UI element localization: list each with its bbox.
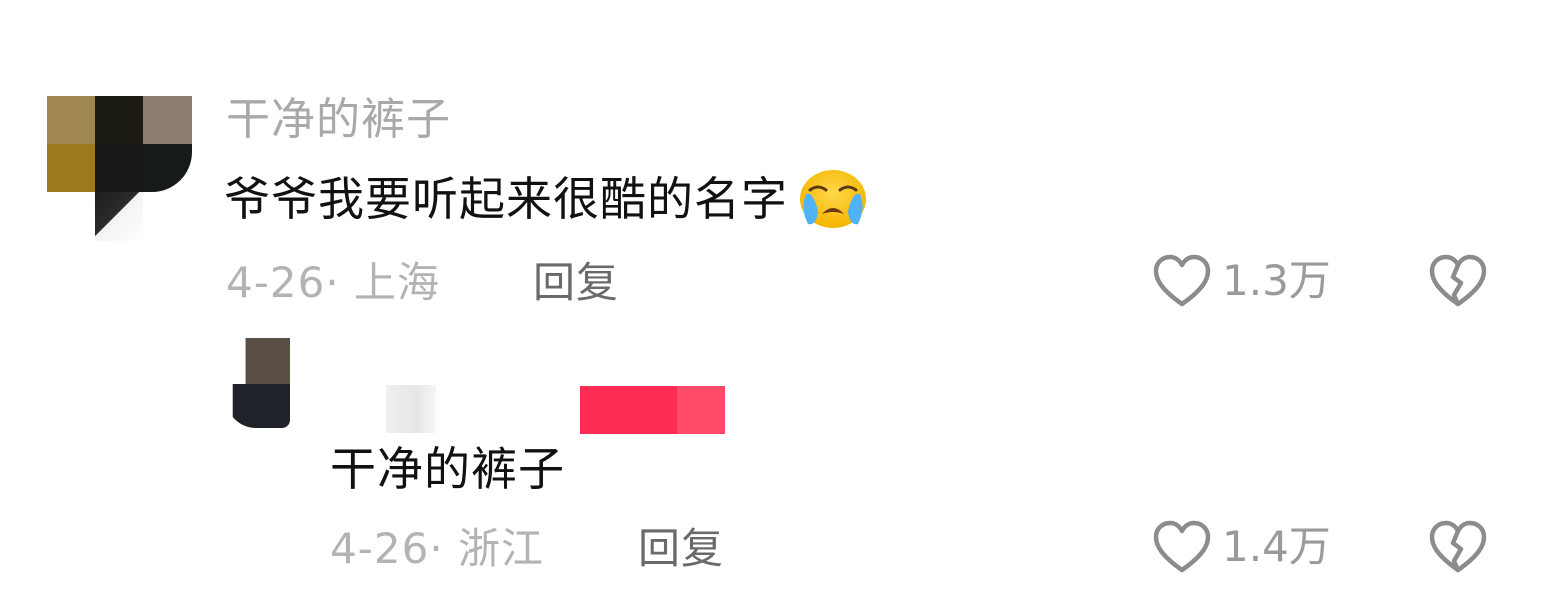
reply-date-location: 4-26· 浙江 <box>330 524 545 573</box>
avatar-pixel <box>95 144 143 192</box>
comment-text: 爷爷我要听起来很酷的名字 <box>224 168 868 230</box>
avatar[interactable] <box>47 96 192 241</box>
dislike-button[interactable] <box>1428 253 1488 313</box>
heart-icon <box>1153 254 1211 307</box>
broken-heart-icon <box>1429 520 1487 573</box>
reply-like-count: 1.4万 <box>1222 522 1331 571</box>
loudly-crying-face-icon <box>798 168 868 230</box>
avatar-pixel <box>47 192 95 241</box>
reply-dislike-button[interactable] <box>1428 519 1488 579</box>
avatar-pixel <box>95 96 143 144</box>
avatar-pixel <box>143 96 192 144</box>
heart-icon <box>1153 520 1211 573</box>
avatar-pixel <box>143 144 192 192</box>
reply-like-button[interactable]: 1.4万 <box>1152 519 1331 575</box>
comment-thread: 干净的裤子 爷爷我要听起来很酷的名字 4-26· 上海 回复 1.3万 干净的裤… <box>0 0 1549 600</box>
reply-button[interactable]: 回复 <box>533 256 619 310</box>
redacted-author-tag <box>580 386 725 434</box>
reply-text: 干净的裤子 <box>330 442 565 496</box>
avatar-pixel <box>226 384 290 428</box>
broken-heart-icon <box>1429 254 1487 307</box>
redacted-pixel <box>677 386 725 434</box>
comment-username[interactable]: 干净的裤子 <box>226 92 451 148</box>
comment-date-location: 4-26· 上海 <box>226 258 441 307</box>
avatar-pixel <box>226 338 290 384</box>
redacted-pixel <box>580 386 677 434</box>
avatar-pixel <box>47 96 95 144</box>
avatar-pixel <box>143 192 192 241</box>
reply-reply-button[interactable]: 回复 <box>638 522 724 576</box>
comment-text-body: 爷爷我要听起来很酷的名字 <box>224 172 788 226</box>
like-button[interactable]: 1.3万 <box>1152 253 1331 309</box>
avatar-pixel <box>95 192 143 241</box>
like-count: 1.3万 <box>1222 256 1331 305</box>
reply-avatar[interactable] <box>226 338 290 428</box>
redacted-username <box>386 385 436 433</box>
avatar-pixel <box>47 144 95 192</box>
